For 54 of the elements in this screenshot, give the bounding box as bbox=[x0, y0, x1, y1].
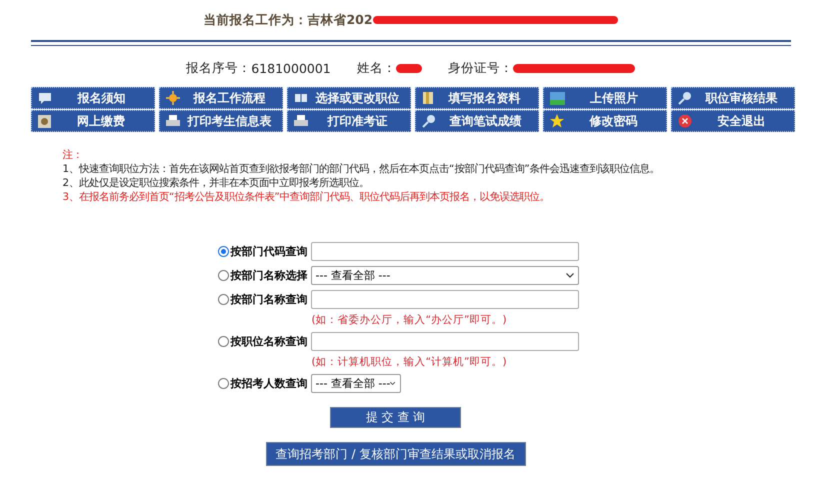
hint-text: (如：省委办公厅，输入“办公厅”即可。) bbox=[312, 313, 507, 327]
info-label: 报名序号： bbox=[186, 60, 252, 77]
menu-button[interactable]: 填写报名资料 bbox=[414, 87, 538, 109]
submit-button[interactable]: 提 交 查 询 bbox=[330, 407, 461, 428]
radio-button[interactable] bbox=[218, 336, 228, 347]
book-icon bbox=[294, 92, 308, 104]
printer-icon bbox=[166, 115, 180, 127]
menu-button[interactable]: 打印考生信息表 bbox=[158, 110, 282, 132]
query-button[interactable]: 查询招考部门 / 复核部门审查结果或取消报名 bbox=[266, 442, 526, 466]
radio-button[interactable] bbox=[218, 270, 228, 281]
chevron-down-icon bbox=[390, 381, 396, 386]
landscape-icon bbox=[550, 92, 564, 104]
note-text: 2、此处仅是设定职位搜索条件，并非在本页面中立即报考所选职位。 bbox=[62, 176, 370, 190]
info-label: 身份证号： bbox=[448, 60, 513, 77]
menu-button[interactable]: 报名须知 bbox=[30, 87, 154, 109]
sun-icon bbox=[166, 91, 180, 105]
star-icon bbox=[550, 114, 564, 128]
menu-button[interactable]: 网上缴费 bbox=[30, 110, 154, 132]
magnifier-icon bbox=[678, 91, 692, 105]
chevron-down-icon bbox=[566, 273, 574, 278]
menu-button[interactable]: 查询笔试成绩 bbox=[414, 110, 538, 132]
coin-icon bbox=[38, 114, 50, 128]
search-field[interactable] bbox=[310, 242, 578, 261]
info-label: 姓名： bbox=[356, 60, 396, 77]
hint-text: (如：计算机职位，输入“计算机”即可。) bbox=[312, 355, 507, 369]
option-label: 按部门代码查询 bbox=[230, 244, 308, 259]
option-label: 按部门名称查询 bbox=[230, 292, 308, 307]
search-field[interactable] bbox=[310, 332, 578, 351]
note-text: 3、在报名前务必到首页“招考公告及职位条件表”中查询部门代码、职位代码后再到本页报名，以免误选职位。 bbox=[62, 190, 551, 204]
radio-button[interactable] bbox=[218, 294, 228, 305]
radio-button[interactable] bbox=[218, 378, 228, 389]
speech-bubble-icon bbox=[38, 92, 52, 104]
notebook-icon bbox=[422, 91, 434, 105]
magnifier-icon bbox=[422, 114, 436, 128]
option-label: 按招考人数查询 bbox=[230, 376, 308, 391]
option-label: 按职位名称查询 bbox=[230, 334, 308, 349]
department-select[interactable]: --- 查看全部 --- bbox=[310, 266, 578, 285]
menu-button[interactable]: 修改密码 bbox=[542, 110, 666, 132]
note-heading: 注： bbox=[62, 148, 84, 162]
search-field[interactable] bbox=[310, 290, 578, 309]
menu-button[interactable]: 上传照片 bbox=[542, 87, 666, 109]
menu-button[interactable]: 报名工作流程 bbox=[158, 87, 282, 109]
menu-button[interactable]: 打印准考证 bbox=[286, 110, 410, 132]
menu-button[interactable]: 职位审核结果 bbox=[670, 87, 794, 109]
page-title: 当前报名工作为：吉林省202 bbox=[203, 12, 373, 28]
radio-button[interactable] bbox=[218, 246, 228, 257]
menu-button[interactable]: 安全退出 bbox=[670, 110, 794, 132]
close-icon bbox=[678, 114, 692, 128]
info-value: 6181000001 bbox=[251, 61, 331, 76]
note-text: 1、快速查询职位方法：首先在该网站首页查到欲报考部门的部门代码，然后在本页点击“按部门代码查询”条件会迅速查到该职位信息。 bbox=[62, 162, 661, 176]
count-select[interactable]: --- 查看全部 --- bbox=[310, 374, 400, 393]
menu-button[interactable]: 选择或更改职位 bbox=[286, 87, 410, 109]
option-label: 按部门名称选择 bbox=[230, 268, 308, 283]
printer-icon bbox=[294, 115, 308, 127]
